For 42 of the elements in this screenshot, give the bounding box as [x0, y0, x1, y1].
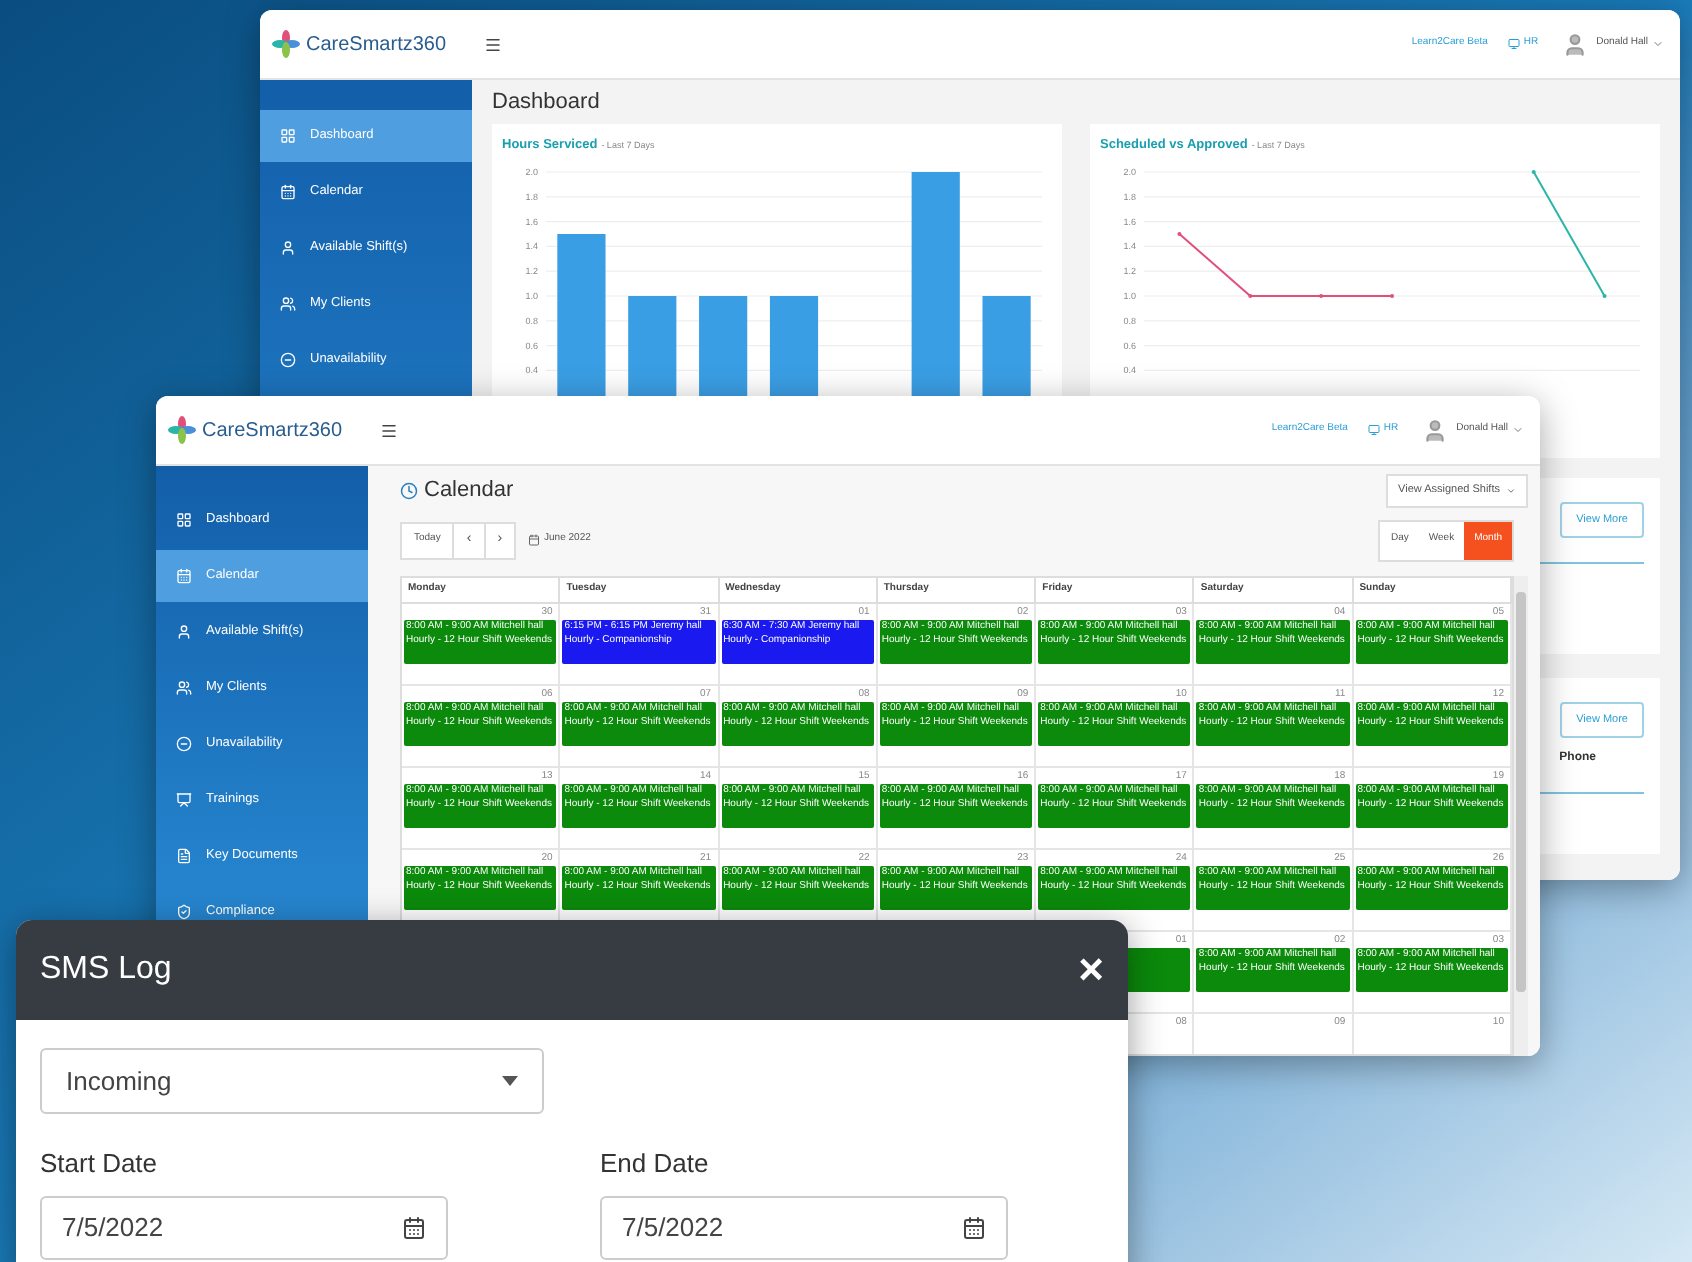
chart-line: [1531, 169, 1607, 298]
page-title: Dashboard: [492, 87, 602, 118]
calendar-icon: [176, 568, 192, 584]
calendar-icon: [402, 1215, 426, 1239]
dialog-title: SMS Log: [40, 950, 172, 990]
logo-text: CareSmartz360: [202, 417, 343, 445]
monitor-icon: [1507, 38, 1520, 50]
shield-icon: [176, 904, 192, 920]
caret-icon[interactable]: [1512, 424, 1524, 436]
calendar-icon: [528, 534, 541, 546]
person-icon: [176, 624, 192, 640]
logo-text: CareSmartz360: [306, 31, 447, 59]
field-label: End Date: [600, 1146, 711, 1182]
menu-icon[interactable]: [380, 421, 398, 439]
monitor-icon: [1367, 424, 1380, 436]
document-icon: [176, 848, 192, 864]
avatar-icon: [1422, 417, 1449, 443]
flower-logo-icon: [272, 30, 300, 58]
menu-icon[interactable]: [484, 35, 502, 53]
direction-select[interactable]: Incoming: [40, 1048, 544, 1114]
grid-icon: [280, 128, 296, 144]
flower-logo-icon: [168, 416, 196, 444]
avatar-icon: [1562, 31, 1589, 57]
board-icon: [176, 792, 192, 808]
scrollbar[interactable]: [1514, 576, 1528, 1056]
field-label: Start Date: [40, 1146, 160, 1182]
caret-icon: [502, 1076, 518, 1086]
people-icon: [280, 296, 296, 312]
people-icon: [176, 680, 192, 696]
date-field[interactable]: 7/5/2022: [40, 1195, 448, 1259]
caret-icon[interactable]: [1652, 38, 1664, 50]
clock-icon: [400, 481, 418, 499]
person-icon: [280, 240, 296, 256]
minus-circle-icon: [280, 352, 296, 368]
grid-icon: [176, 512, 192, 528]
date-field[interactable]: 7/5/2022: [600, 1195, 1008, 1259]
calendar-icon: [280, 184, 296, 200]
minus-circle-icon: [176, 736, 192, 752]
calendar-icon: [962, 1215, 986, 1239]
page-title: Calendar: [424, 475, 514, 506]
caret-icon: [1506, 485, 1516, 495]
close-button[interactable]: ×: [1078, 948, 1104, 992]
